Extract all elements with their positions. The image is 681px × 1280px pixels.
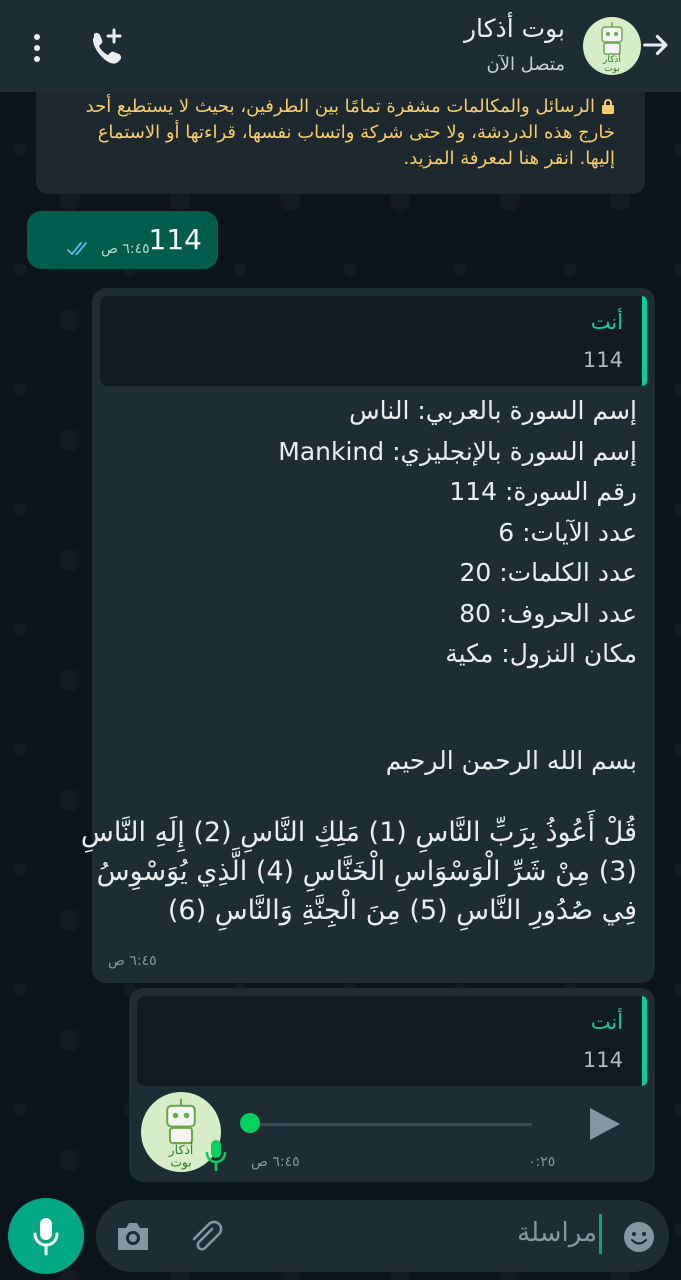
info-line: إسم السورة بالإنجليزي: Mankind xyxy=(278,436,637,466)
quote-author: أنت xyxy=(590,1010,623,1034)
camera-icon[interactable] xyxy=(114,1218,152,1254)
info-line: إسم السورة بالعربي: الناس xyxy=(349,396,637,425)
surah-verses: قُلْ أَعُوذُ بِرَبِّ النَّاسِ (1) مَلِكِ… xyxy=(80,813,637,930)
mic-icon xyxy=(205,1140,227,1172)
message-text: 114 xyxy=(148,223,202,256)
emoji-icon[interactable] xyxy=(622,1220,656,1254)
text-caret xyxy=(599,1214,602,1254)
audio-seek-track[interactable] xyxy=(250,1123,532,1126)
info-line: عدد الكلمات: 20 xyxy=(459,558,637,587)
audio-seek-handle[interactable] xyxy=(240,1113,260,1133)
double-check-icon xyxy=(67,242,87,256)
info-line: عدد الحروف: 80 xyxy=(459,598,637,628)
verse-line: فِي صُدُورِ النَّاسِ (5) مِنَ الْجِنَّةِ… xyxy=(167,895,637,926)
basmala: بسم الله الرحمن الرحيم xyxy=(385,746,637,775)
add-call-icon[interactable] xyxy=(84,26,128,70)
back-arrow-icon[interactable] xyxy=(639,28,673,62)
attach-icon[interactable] xyxy=(186,1217,224,1255)
voice-record-button[interactable] xyxy=(8,1198,84,1274)
quote-text: 114 xyxy=(582,1048,623,1072)
audio-duration: ٠:٢٥ xyxy=(528,1154,556,1170)
message-input[interactable]: مراسلة xyxy=(517,1218,597,1248)
contact-avatar[interactable]: أذكار بوت xyxy=(583,17,641,75)
mic-icon xyxy=(33,1218,59,1256)
contact-name[interactable]: بوت أذكار xyxy=(464,14,565,43)
info-line: مكان النزول: مكية xyxy=(445,639,637,668)
surah-info: إسم السورة بالعربي: الناس إسم السورة بال… xyxy=(107,391,637,675)
encryption-notice[interactable]: الرسائل والمكالمات مشفرة تمامًا بين الطر… xyxy=(36,92,645,194)
info-line: عدد الآيات: 6 xyxy=(498,517,637,547)
robot-logo-icon: أذكار بوت xyxy=(601,22,623,74)
quoted-message[interactable]: أنت 114 xyxy=(137,996,647,1086)
outgoing-message[interactable]: 114 ٦:٤٥ ص xyxy=(27,211,218,269)
play-icon[interactable] xyxy=(584,1104,624,1144)
message-time: ٦:٤٥ ص xyxy=(101,241,150,257)
more-vert-icon[interactable] xyxy=(22,28,52,68)
message-time: ٦:٤٥ ص xyxy=(108,953,157,969)
encryption-text: الرسائل والمكالمات مشفرة تمامًا بين الطر… xyxy=(85,96,615,169)
info-line: رقم السورة: 114 xyxy=(449,477,637,506)
quote-text: 114 xyxy=(582,348,623,372)
chat-header: أذكار بوت بوت أذكار متصل الآن xyxy=(0,0,681,92)
incoming-message-surah[interactable]: أنت 114 إسم السورة بالعربي: الناس إسم ال… xyxy=(80,288,655,983)
quote-bar xyxy=(642,996,647,1086)
quoted-message[interactable]: أنت 114 xyxy=(100,296,647,386)
quote-bar xyxy=(642,296,647,386)
lock-icon xyxy=(602,99,614,114)
svg-text:بوت: بوت xyxy=(604,64,620,74)
verse-line: (3) مِنْ شَرِّ الْوَسْوَاسِ الْخَنَّاسِ … xyxy=(96,856,637,887)
message-time: ٦:٤٥ ص xyxy=(251,1154,300,1170)
verse-line: قُلْ أَعُوذُ بِرَبِّ النَّاسِ (1) مَلِكِ… xyxy=(80,817,637,848)
quote-author: أنت xyxy=(590,310,623,334)
contact-status: متصل الآن xyxy=(486,54,565,75)
svg-text:بوت: بوت xyxy=(170,1154,192,1170)
